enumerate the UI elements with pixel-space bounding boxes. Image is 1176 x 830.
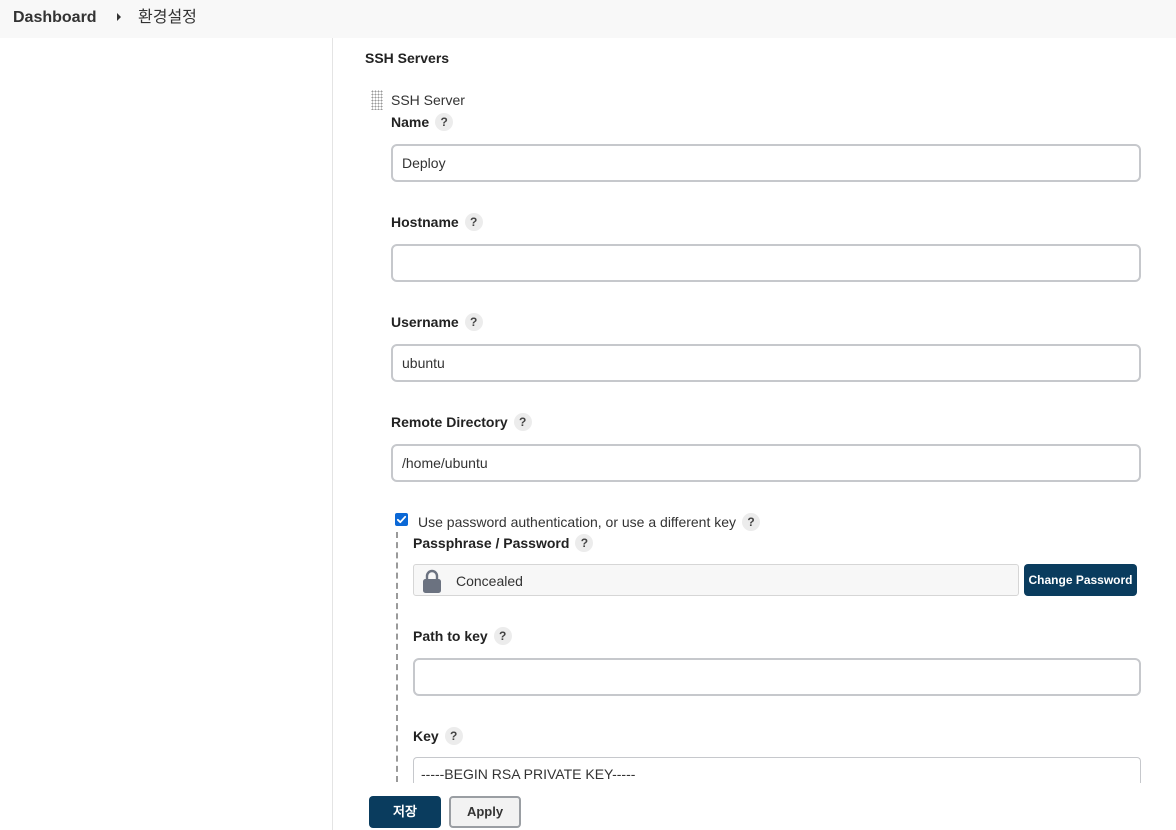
help-icon[interactable]: ? (575, 534, 594, 552)
sidebar-divider (332, 38, 333, 830)
checkmark-icon (396, 515, 407, 524)
username-label: Username? (391, 313, 483, 331)
key-label: Key? (413, 727, 463, 745)
breadcrumb: Dashboard 환경설정 (0, 0, 1176, 38)
help-icon[interactable]: ? (513, 413, 532, 431)
help-icon[interactable]: ? (435, 113, 454, 131)
name-input[interactable] (391, 144, 1141, 182)
apply-button[interactable]: Apply (449, 796, 521, 828)
save-button[interactable]: 저장 (369, 796, 441, 828)
change-password-button[interactable]: Change Password (1024, 564, 1137, 596)
name-label: Name? (391, 113, 454, 131)
hostname-label: Hostname? (391, 213, 483, 231)
path-to-key-label: Path to key? (413, 627, 512, 645)
breadcrumb-dashboard-link[interactable]: Dashboard (13, 9, 97, 27)
block-title: SSH Server (391, 92, 465, 108)
concealed-text: Concealed (456, 573, 523, 589)
remote-directory-input[interactable] (391, 444, 1141, 482)
hostname-input[interactable] (391, 244, 1141, 282)
concealed-password-field: Concealed (413, 564, 1019, 596)
help-icon[interactable]: ? (742, 513, 761, 531)
password-auth-checkbox[interactable] (395, 513, 408, 526)
remote-directory-label: Remote Directory? (391, 413, 532, 431)
help-icon[interactable]: ? (464, 313, 483, 331)
lock-icon (422, 568, 442, 599)
section-title: SSH Servers (365, 50, 450, 66)
breadcrumb-current-page[interactable]: 환경설정 (138, 9, 197, 27)
nested-group-rail (396, 532, 398, 782)
path-to-key-input[interactable] (413, 658, 1141, 696)
help-icon[interactable]: ? (464, 213, 483, 231)
key-textarea[interactable]: -----BEGIN RSA PRIVATE KEY----- (413, 757, 1141, 783)
passphrase-label: Passphrase / Password? (413, 534, 594, 552)
password-auth-label[interactable]: Use password authentication, or use a di… (418, 513, 761, 531)
chevron-right-icon[interactable] (117, 13, 121, 21)
help-icon[interactable]: ? (444, 727, 463, 745)
help-icon[interactable]: ? (493, 627, 512, 645)
drag-handle-icon[interactable] (371, 90, 383, 110)
username-input[interactable] (391, 344, 1141, 382)
